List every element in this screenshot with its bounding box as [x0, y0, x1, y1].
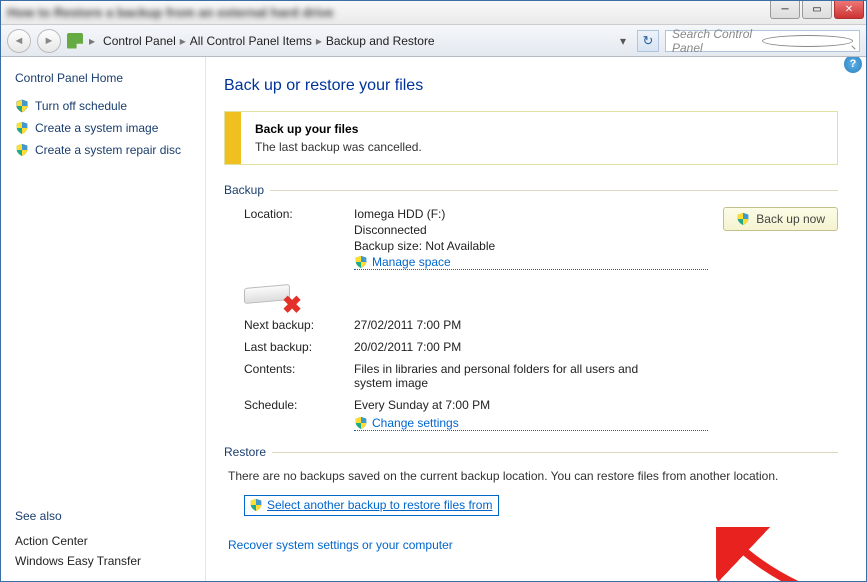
- window-title: How to Restore a backup from an external…: [7, 5, 334, 20]
- contents-value: Files in libraries and personal folders …: [354, 362, 708, 390]
- error-x-icon: ✖: [282, 296, 302, 316]
- change-settings-link[interactable]: Change settings: [354, 416, 708, 431]
- shield-icon: [15, 121, 29, 135]
- shield-icon: [15, 143, 29, 157]
- breadcrumb-item[interactable]: Backup and Restore: [324, 31, 437, 51]
- shield-icon: [736, 212, 750, 226]
- notice-title: Back up your files: [255, 122, 358, 136]
- section-heading-label: Backup: [224, 183, 264, 197]
- restore-text: There are no backups saved on the curren…: [228, 469, 838, 483]
- shield-icon: [354, 255, 368, 269]
- shield-icon: [354, 416, 368, 430]
- navbar: ◄ ► ▸ Control Panel ▸ All Control Panel …: [1, 25, 866, 57]
- drive-status: Disconnected: [354, 223, 708, 237]
- titlebar: How to Restore a backup from an external…: [1, 1, 866, 25]
- refresh-button[interactable]: ↻: [637, 30, 659, 52]
- notice-body: Back up your files The last backup was c…: [241, 112, 436, 164]
- sidebar-create-system-image[interactable]: Create a system image: [15, 117, 195, 139]
- last-backup-label: Last backup:: [244, 340, 354, 354]
- divider: [272, 452, 838, 453]
- search-placeholder: Search Control Panel: [672, 27, 762, 55]
- breadcrumb-dropdown[interactable]: ▾: [615, 34, 631, 48]
- breadcrumb: Control Panel ▸ All Control Panel Items …: [101, 31, 609, 51]
- backup-section: Backup Location: Iomega HDD (F:) Disconn…: [224, 183, 838, 431]
- section-heading-backup: Backup: [224, 183, 838, 197]
- section-heading-restore: Restore: [224, 445, 838, 459]
- manage-space-label: Manage space: [372, 255, 451, 269]
- last-backup-value: 20/02/2011 7:00 PM: [354, 340, 708, 354]
- shield-icon: [249, 498, 263, 512]
- bc-sep: ▸: [89, 34, 95, 48]
- contents-label: Contents:: [244, 362, 354, 376]
- next-backup-label: Next backup:: [244, 318, 354, 332]
- close-button[interactable]: ✕: [834, 1, 864, 19]
- recover-system-link[interactable]: Recover system settings or your computer: [228, 538, 453, 552]
- drive-name: Iomega HDD (F:): [354, 207, 708, 221]
- breadcrumb-item[interactable]: Control Panel: [101, 31, 178, 51]
- back-button[interactable]: ◄: [7, 29, 31, 53]
- sidebar-home-link[interactable]: Control Panel Home: [15, 71, 195, 85]
- page-title: Back up or restore your files: [224, 77, 838, 95]
- minimize-button[interactable]: ─: [770, 1, 800, 19]
- side-link-label: Create a system repair disc: [35, 143, 181, 157]
- seealso-action-center[interactable]: Action Center: [15, 531, 195, 551]
- forward-button[interactable]: ►: [37, 29, 61, 53]
- sidebar-create-repair-disc[interactable]: Create a system repair disc: [15, 139, 195, 161]
- drive-icon: ✖: [244, 282, 296, 310]
- control-panel-icon: [67, 33, 83, 49]
- seealso-easy-transfer[interactable]: Windows Easy Transfer: [15, 551, 195, 571]
- next-backup-value: 27/02/2011 7:00 PM: [354, 318, 708, 332]
- schedule-label: Schedule:: [244, 398, 354, 412]
- maximize-button[interactable]: ▭: [802, 1, 832, 19]
- schedule-value: Every Sunday at 7:00 PM: [354, 398, 708, 412]
- location-label: Location:: [244, 207, 354, 221]
- side-link-label: Create a system image: [35, 121, 158, 135]
- content: ? Back up or restore your files Back up …: [206, 57, 866, 581]
- help-icon[interactable]: ?: [844, 57, 862, 73]
- restore-section: Restore There are no backups saved on th…: [224, 445, 838, 552]
- divider: [270, 190, 838, 191]
- sidebar-turn-off-schedule[interactable]: Turn off schedule: [15, 95, 195, 117]
- sidebar: Control Panel Home Turn off schedule Cre…: [1, 57, 206, 581]
- bc-sep: ▸: [316, 34, 322, 48]
- backup-now-button[interactable]: Back up now: [723, 207, 838, 231]
- notice-text: The last backup was cancelled.: [255, 140, 422, 154]
- side-link-label: Turn off schedule: [35, 99, 127, 113]
- breadcrumb-item[interactable]: All Control Panel Items: [188, 31, 314, 51]
- drive-size: Backup size: Not Available: [354, 239, 708, 253]
- notice-accent: [225, 112, 241, 164]
- select-another-backup-link[interactable]: Select another backup to restore files f…: [244, 495, 499, 516]
- seealso-heading: See also: [15, 509, 195, 523]
- notice-box: Back up your files The last backup was c…: [224, 111, 838, 165]
- select-another-backup-label: Select another backup to restore files f…: [267, 498, 492, 512]
- search-icon: [762, 35, 854, 47]
- search-input[interactable]: Search Control Panel: [665, 30, 860, 52]
- manage-space-link[interactable]: Manage space: [354, 255, 708, 270]
- window-controls: ─ ▭ ✕: [768, 1, 864, 24]
- shield-icon: [15, 99, 29, 113]
- bc-sep: ▸: [180, 34, 186, 48]
- change-settings-label: Change settings: [372, 416, 459, 430]
- backup-now-label: Back up now: [756, 212, 825, 226]
- section-heading-label: Restore: [224, 445, 266, 459]
